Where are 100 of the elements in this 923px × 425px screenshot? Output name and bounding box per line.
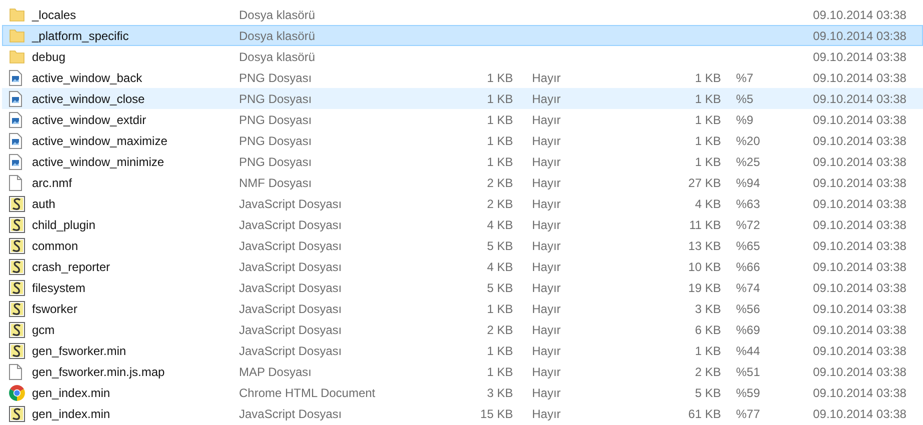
packed-size: 5 KB	[694, 386, 721, 400]
packed-size: 1 KB	[694, 344, 721, 358]
file-type: JavaScript Dosyası	[239, 260, 342, 274]
encrypted-value: Hayır	[532, 218, 561, 232]
encrypted-value: Hayır	[532, 176, 561, 190]
script-file-icon	[9, 216, 25, 232]
file-row[interactable]: gcm JavaScript Dosyası 2 KB Hayır 6 KB %69 09.10.2014 03:38	[2, 319, 923, 340]
file-type: NMF Dosyası	[239, 176, 312, 190]
script-file-icon	[9, 196, 25, 212]
file-row[interactable]: active_window_close PNG Dosyası 1 KB Hayır 1 KB %5 09.10.2014 03:38	[2, 88, 923, 109]
encrypted-value: Hayır	[532, 238, 561, 252]
script-file-icon	[9, 238, 25, 254]
packed-size: 6 KB	[694, 322, 721, 336]
file-name: active_window_back	[32, 70, 142, 84]
packed-size: 19 KB	[688, 280, 721, 294]
ratio-value: %66	[736, 260, 760, 274]
file-row[interactable]: _locales Dosya klasörü 09.10.2014 03:38	[2, 4, 923, 25]
ratio-value: %65	[736, 238, 760, 252]
file-row[interactable]: fsworker JavaScript Dosyası 1 KB Hayır 3 KB %56 09.10.2014 03:38	[2, 298, 923, 319]
file-type: PNG Dosyası	[239, 92, 312, 106]
file-row[interactable]: gen_index.min Chrome HTML Document 3 KB Hayır 5 KB %59 09.10.2014 03:38	[2, 382, 923, 403]
script-file-icon	[9, 322, 25, 338]
script-file-icon	[9, 258, 25, 274]
encrypted-value: Hayır	[532, 70, 561, 84]
file-row[interactable]: debug Dosya klasörü 09.10.2014 03:38	[2, 46, 923, 67]
file-name: common	[32, 238, 78, 252]
file-row[interactable]: child_plugin JavaScript Dosyası 4 KB Hayır 11 KB %72 09.10.2014 03:38	[2, 214, 923, 235]
encrypted-value: Hayır	[532, 196, 561, 210]
file-size: 1 KB	[486, 344, 513, 358]
date-modified: 09.10.2014 03:38	[813, 196, 906, 210]
folder-icon	[9, 8, 25, 22]
script-file-icon	[9, 342, 25, 358]
date-modified: 09.10.2014 03:38	[813, 322, 906, 336]
file-name: gen_index.min	[32, 386, 110, 400]
date-modified: 09.10.2014 03:38	[813, 238, 906, 252]
file-type: PNG Dosyası	[239, 70, 312, 84]
ratio-value: %77	[736, 406, 760, 420]
packed-size: 10 KB	[688, 260, 721, 274]
file-size: 1 KB	[486, 364, 513, 378]
script-file-icon	[9, 300, 25, 316]
ratio-value: %56	[736, 302, 760, 316]
file-size: 5 KB	[486, 238, 513, 252]
file-row[interactable]: active_window_back PNG Dosyası 1 KB Hayır 1 KB %7 09.10.2014 03:38	[2, 67, 923, 88]
file-name: gen_fsworker.min.js.map	[32, 364, 165, 378]
file-type: JavaScript Dosyası	[239, 406, 342, 420]
file-size: 2 KB	[486, 196, 513, 210]
file-size: 4 KB	[486, 260, 513, 274]
file-row[interactable]: arc.nmf NMF Dosyası 2 KB Hayır 27 KB %94 09.10.2014 03:38	[2, 172, 923, 193]
file-type: Chrome HTML Document	[239, 386, 376, 400]
file-row[interactable]: gen_fsworker.min JavaScript Dosyası 1 KB Hayır 1 KB %44 09.10.2014 03:38	[2, 340, 923, 361]
file-row[interactable]: active_window_minimize PNG Dosyası 1 KB Hayır 1 KB %25 09.10.2014 03:38	[2, 151, 923, 172]
file-type: JavaScript Dosyası	[239, 196, 342, 210]
file-type: Dosya klasörü	[239, 28, 316, 42]
file-name: debug	[32, 50, 66, 64]
encrypted-value: Hayır	[532, 112, 561, 126]
ratio-value: %59	[736, 386, 760, 400]
file-name: _platform_specific	[32, 28, 129, 42]
file-row[interactable]: filesystem JavaScript Dosyası 5 KB Hayır 19 KB %74 09.10.2014 03:38	[2, 277, 923, 298]
file-size: 3 KB	[486, 386, 513, 400]
file-row[interactable]: crash_reporter JavaScript Dosyası 4 KB Hayır 10 KB %66 09.10.2014 03:38	[2, 256, 923, 277]
file-name: child_plugin	[32, 218, 96, 232]
file-size: 5 KB	[486, 280, 513, 294]
ratio-value: %72	[736, 218, 760, 232]
file-row[interactable]: gen_index.min JavaScript Dosyası 15 KB Hayır 61 KB %77 09.10.2014 03:38	[2, 403, 923, 424]
file-size: 1 KB	[486, 112, 513, 126]
ratio-value: %74	[736, 280, 760, 294]
file-size: 1 KB	[486, 134, 513, 148]
packed-size: 4 KB	[694, 196, 721, 210]
file-row[interactable]: active_window_extdir PNG Dosyası 1 KB Hayır 1 KB %9 09.10.2014 03:38	[2, 109, 923, 130]
packed-size: 11 KB	[689, 218, 721, 232]
file-row[interactable]: _platform_specific Dosya klasörü 09.10.2014 03:38	[2, 25, 923, 46]
ratio-value: %7	[736, 70, 754, 84]
file-size: 2 KB	[486, 176, 513, 190]
file-type: MAP Dosyası	[239, 364, 312, 378]
file-name: gen_fsworker.min	[32, 344, 126, 358]
file-size: 1 KB	[486, 302, 513, 316]
date-modified: 09.10.2014 03:38	[813, 154, 906, 168]
ratio-value: %20	[736, 134, 760, 148]
file-row[interactable]: auth JavaScript Dosyası 2 KB Hayır 4 KB %63 09.10.2014 03:38	[2, 193, 923, 214]
image-file-icon	[9, 90, 22, 106]
date-modified: 09.10.2014 03:38	[813, 28, 906, 42]
file-icon	[9, 364, 22, 380]
file-size: 1 KB	[486, 154, 513, 168]
ratio-value: %69	[736, 322, 760, 336]
date-modified: 09.10.2014 03:38	[813, 134, 906, 148]
folder-icon	[9, 50, 25, 64]
packed-size: 3 KB	[694, 302, 721, 316]
date-modified: 09.10.2014 03:38	[813, 218, 906, 232]
encrypted-value: Hayır	[532, 364, 561, 378]
file-row[interactable]: gen_fsworker.min.js.map MAP Dosyası 1 KB Hayır 2 KB %51 09.10.2014 03:38	[2, 361, 923, 382]
ratio-value: %44	[736, 344, 760, 358]
date-modified: 09.10.2014 03:38	[813, 8, 906, 22]
file-row[interactable]: common JavaScript Dosyası 5 KB Hayır 13 KB %65 09.10.2014 03:38	[2, 235, 923, 256]
file-name: _locales	[32, 8, 76, 22]
ratio-value: %94	[736, 176, 760, 190]
chrome-icon	[9, 384, 25, 400]
date-modified: 09.10.2014 03:38	[813, 344, 906, 358]
date-modified: 09.10.2014 03:38	[813, 92, 906, 106]
image-file-icon	[9, 112, 22, 128]
file-row[interactable]: active_window_maximize PNG Dosyası 1 KB Hayır 1 KB %20 09.10.2014 03:38	[2, 130, 923, 151]
